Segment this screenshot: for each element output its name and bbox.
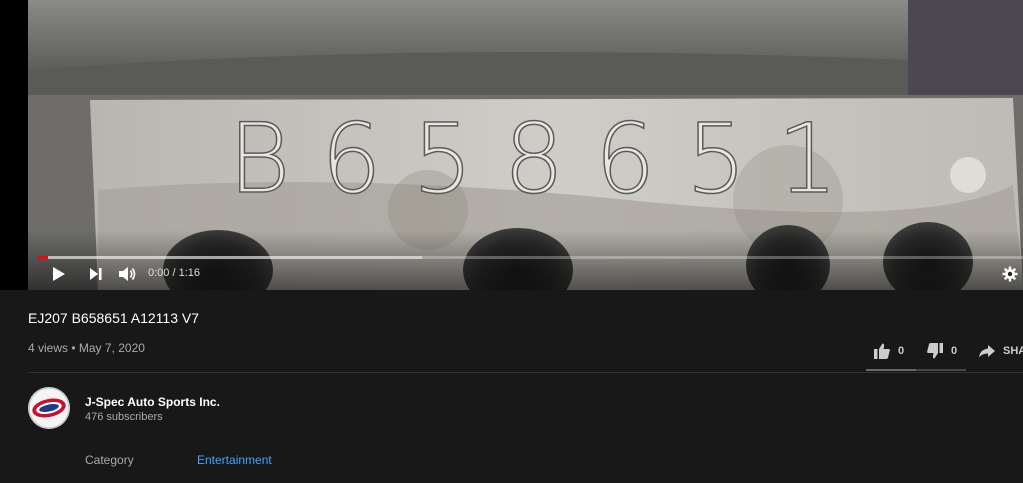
sentiment-bar — [866, 369, 966, 371]
channel-name[interactable]: J-Spec Auto Sports Inc. — [85, 395, 220, 409]
skip-next-icon — [90, 268, 102, 280]
category-label: Category — [85, 453, 134, 467]
subscriber-count: 476 subscribers — [85, 411, 163, 423]
gear-icon — [1002, 266, 1018, 282]
video-player[interactable]: B 6 5 8 6 5 1 0:00 / 1:16 — [0, 0, 1023, 290]
divider — [28, 372, 1023, 373]
sentiment-like-fill — [866, 369, 916, 371]
channel-avatar[interactable] — [28, 387, 70, 429]
like-button[interactable]: 0 — [873, 334, 904, 368]
next-button[interactable] — [84, 263, 108, 285]
time-display: 0:00 / 1:16 — [148, 267, 200, 279]
play-icon — [53, 267, 65, 281]
progress-played — [38, 256, 48, 259]
category-link[interactable]: Entertainment — [197, 453, 272, 467]
like-count: 0 — [898, 345, 905, 357]
progress-bar[interactable] — [38, 256, 1023, 259]
watch-page: B 6 5 8 6 5 1 0:00 / 1:16 EJ207 B658651 … — [0, 0, 1023, 483]
thumbs-down-icon — [926, 342, 944, 360]
channel-logo-icon — [28, 387, 70, 429]
share-button[interactable]: SHA — [978, 334, 1023, 368]
dislike-button[interactable]: 0 — [926, 334, 957, 368]
share-label: SHA — [1003, 345, 1023, 357]
volume-button[interactable] — [116, 263, 138, 285]
dislike-count: 0 — [951, 345, 958, 357]
stamped-serial-text: B 6 5 8 6 5 1 — [228, 103, 838, 215]
video-title: EJ207 B658651 A12113 V7 — [28, 310, 200, 326]
play-button[interactable] — [46, 263, 72, 285]
controls-shade — [0, 230, 1023, 290]
video-meta: 4 views • May 7, 2020 — [28, 341, 145, 355]
settings-button[interactable] — [998, 263, 1022, 285]
volume-icon — [119, 267, 136, 281]
progress-loaded — [38, 256, 423, 259]
share-arrow-icon — [978, 342, 996, 360]
thumbs-up-icon — [873, 342, 891, 360]
